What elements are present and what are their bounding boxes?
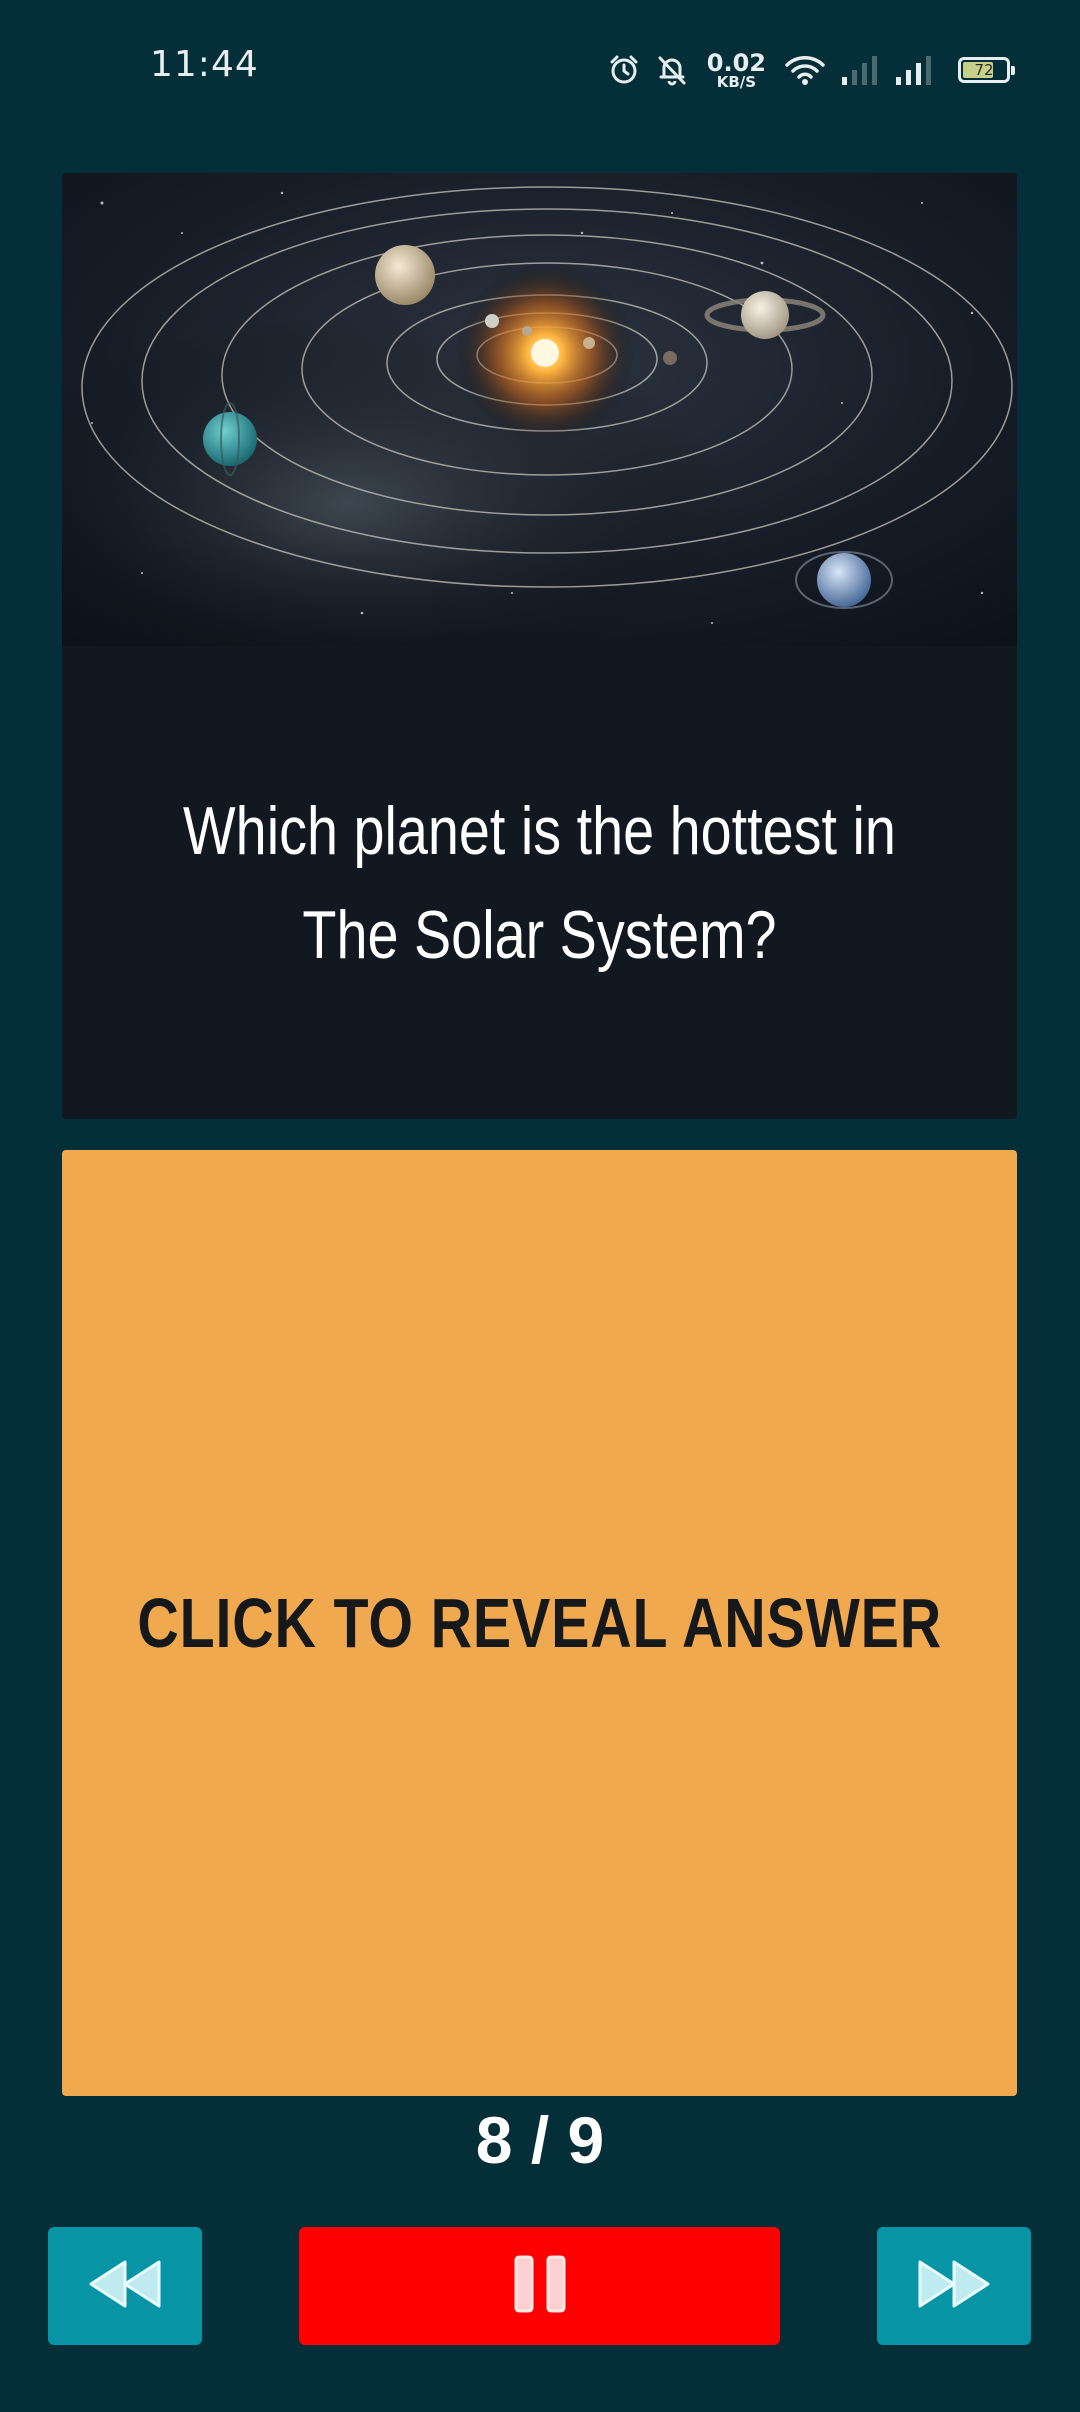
net-speed-unit: KB/S bbox=[716, 72, 757, 91]
question-card: Which planet is the hottest in The Solar… bbox=[62, 173, 1017, 1119]
question-counter: 8 / 9 bbox=[475, 2103, 605, 2177]
signal-icon bbox=[894, 53, 934, 87]
previous-button[interactable] bbox=[48, 2227, 202, 2345]
status-icons: 0.02 KB/S 72 bbox=[607, 48, 1015, 92]
wifi-icon bbox=[784, 53, 826, 87]
reveal-answer-label: CLICK TO REVEAL ANSWER bbox=[137, 1584, 942, 1662]
alarm-icon bbox=[607, 53, 641, 87]
pause-icon bbox=[510, 2253, 570, 2319]
battery-tip bbox=[1011, 66, 1015, 75]
battery-icon: 72 bbox=[958, 57, 1015, 83]
fast-forward-icon bbox=[914, 2256, 994, 2316]
net-speed-value: 0.02 bbox=[706, 48, 766, 77]
solar-system-image bbox=[62, 173, 1017, 646]
status-bar: 11:44 0.02 KB/S 72 bbox=[0, 0, 1080, 136]
reveal-answer-card[interactable]: CLICK TO REVEAL ANSWER bbox=[62, 1150, 1017, 2096]
bell-off-icon bbox=[655, 53, 689, 87]
pause-button[interactable] bbox=[299, 2227, 780, 2345]
net-speed: 0.02 KB/S bbox=[707, 51, 766, 90]
status-time: 11:44 bbox=[150, 44, 259, 85]
rewind-icon bbox=[85, 2256, 165, 2316]
next-button[interactable] bbox=[877, 2227, 1031, 2345]
question-text: Which planet is the hottest in The Solar… bbox=[183, 792, 896, 973]
battery-level: 72 bbox=[974, 61, 994, 79]
signal-weak-icon bbox=[840, 53, 880, 87]
